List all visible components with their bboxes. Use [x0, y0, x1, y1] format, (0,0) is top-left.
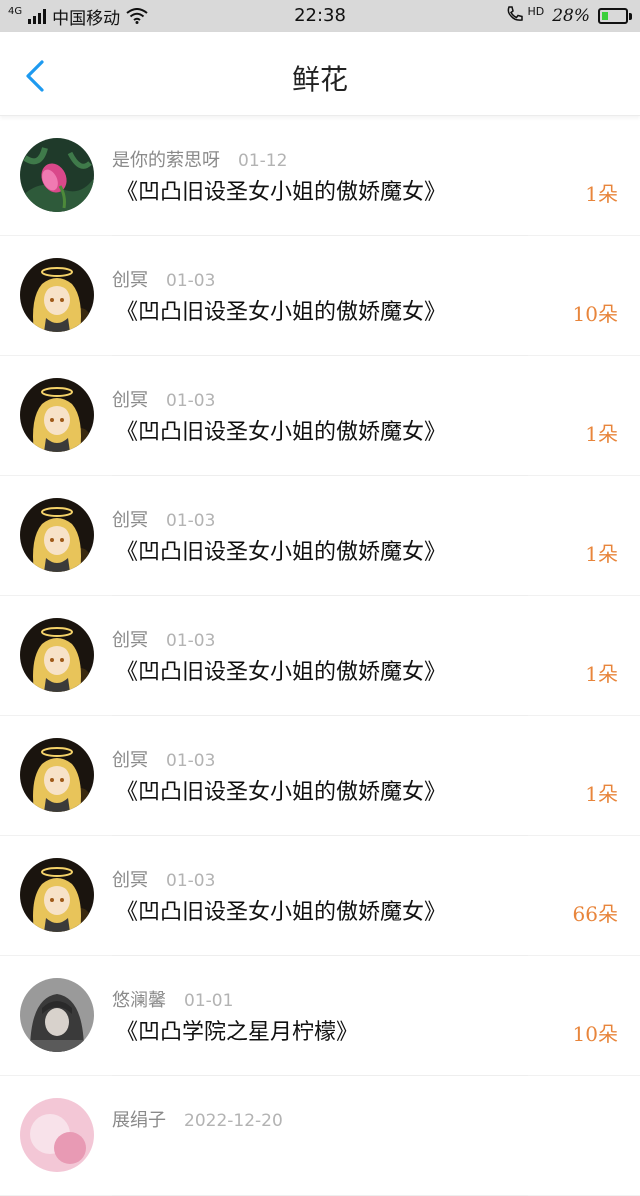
avatar[interactable]: [20, 858, 94, 932]
gift-date: 01-03: [166, 631, 216, 651]
item-meta: 创冥 01-03: [112, 506, 215, 532]
gift-date: 01-03: [166, 391, 216, 411]
list-item[interactable]: 是你的萦思呀 01-12 《凹凸旧设圣女小姐的傲娇魔女》 1朵: [0, 116, 640, 236]
item-meta: 悠澜馨 01-01: [112, 986, 233, 1012]
navigation-bar: 鲜花: [0, 32, 640, 116]
avatar[interactable]: [20, 978, 94, 1052]
avatar[interactable]: [20, 138, 94, 212]
list-item[interactable]: 创冥 01-03 《凹凸旧设圣女小姐的傲娇魔女》 1朵: [0, 596, 640, 716]
book-title[interactable]: 《凹凸旧设圣女小姐的傲娇魔女》: [116, 174, 446, 206]
book-title[interactable]: 《凹凸旧设圣女小姐的傲娇魔女》: [116, 294, 446, 326]
user-name: 创冥: [112, 870, 148, 891]
flower-count: 1朵: [585, 782, 618, 806]
status-right: HD 28%: [505, 0, 632, 32]
list-item[interactable]: 创冥 01-03 《凹凸旧设圣女小姐的傲娇魔女》 66朵: [0, 836, 640, 956]
flower-count: 1朵: [585, 662, 618, 686]
book-title[interactable]: 《凹凸旧设圣女小姐的傲娇魔女》: [116, 894, 446, 926]
gift-date: 01-01: [184, 991, 234, 1011]
flower-count: 1朵: [585, 422, 618, 446]
list-item[interactable]: 创冥 01-03 《凹凸旧设圣女小姐的傲娇魔女》 1朵: [0, 716, 640, 836]
item-meta: 是你的萦思呀 01-12: [112, 146, 287, 172]
item-meta: 创冥 01-03: [112, 266, 215, 292]
hd-label: HD: [527, 4, 545, 18]
avatar[interactable]: [20, 1098, 94, 1172]
item-meta: 创冥 01-03: [112, 866, 215, 892]
user-name: 悠澜馨: [112, 990, 166, 1011]
flower-count: 10朵: [572, 302, 618, 326]
phone-icon: [505, 5, 525, 28]
avatar[interactable]: [20, 258, 94, 332]
list-item[interactable]: 创冥 01-03 《凹凸旧设圣女小姐的傲娇魔女》 1朵: [0, 476, 640, 596]
item-meta: 创冥 01-03: [112, 626, 215, 652]
flower-gift-list: 是你的萦思呀 01-12 《凹凸旧设圣女小姐的傲娇魔女》 1朵 创冥 01-03 《凹凸旧设…: [0, 116, 640, 1196]
gift-date: 01-03: [166, 271, 216, 291]
list-item[interactable]: 悠澜馨 01-01 《凹凸学院之星月柠檬》 10朵: [0, 956, 640, 1076]
book-title[interactable]: 《凹凸旧设圣女小姐的傲娇魔女》: [116, 534, 446, 566]
list-item[interactable]: 创冥 01-03 《凹凸旧设圣女小姐的傲娇魔女》 10朵: [0, 236, 640, 356]
flower-count: 66朵: [572, 902, 618, 926]
book-title[interactable]: 《凹凸旧设圣女小姐的傲娇魔女》: [116, 774, 446, 806]
flower-count: 1朵: [585, 182, 618, 206]
user-name: 创冥: [112, 390, 148, 411]
gift-date: 01-12: [238, 151, 288, 171]
item-meta: 创冥 01-03: [112, 386, 215, 412]
gift-date: 01-03: [166, 511, 216, 531]
status-bar: 4G 中国移动 22:38 HD 28%: [0, 0, 640, 32]
item-meta: 创冥 01-03: [112, 746, 215, 772]
flower-count: 1朵: [585, 542, 618, 566]
list-item[interactable]: 展绢子 2022-12-20: [0, 1076, 640, 1196]
avatar[interactable]: [20, 738, 94, 812]
flower-count: 10朵: [572, 1022, 618, 1046]
gift-date: 01-03: [166, 751, 216, 771]
battery-icon: [598, 8, 632, 24]
avatar[interactable]: [20, 498, 94, 572]
gift-date: 01-03: [166, 871, 216, 891]
battery-fill: [602, 12, 609, 20]
avatar[interactable]: [20, 378, 94, 452]
item-meta: 展绢子 2022-12-20: [112, 1106, 283, 1132]
user-name: 创冥: [112, 270, 148, 291]
battery-text: 28%: [552, 6, 590, 26]
book-title[interactable]: 《凹凸学院之星月柠檬》: [116, 1014, 358, 1046]
user-name: 创冥: [112, 750, 148, 771]
avatar[interactable]: [20, 618, 94, 692]
user-name: 是你的萦思呀: [112, 150, 220, 171]
book-title[interactable]: 《凹凸旧设圣女小姐的傲娇魔女》: [116, 414, 446, 446]
book-title[interactable]: 《凹凸旧设圣女小姐的傲娇魔女》: [116, 654, 446, 686]
user-name: 创冥: [112, 510, 148, 531]
page-title: 鲜花: [291, 63, 348, 96]
list-item[interactable]: 创冥 01-03 《凹凸旧设圣女小姐的傲娇魔女》 1朵: [0, 356, 640, 476]
user-name: 创冥: [112, 630, 148, 651]
gift-date: 2022-12-20: [184, 1111, 283, 1131]
user-name: 展绢子: [112, 1110, 166, 1131]
